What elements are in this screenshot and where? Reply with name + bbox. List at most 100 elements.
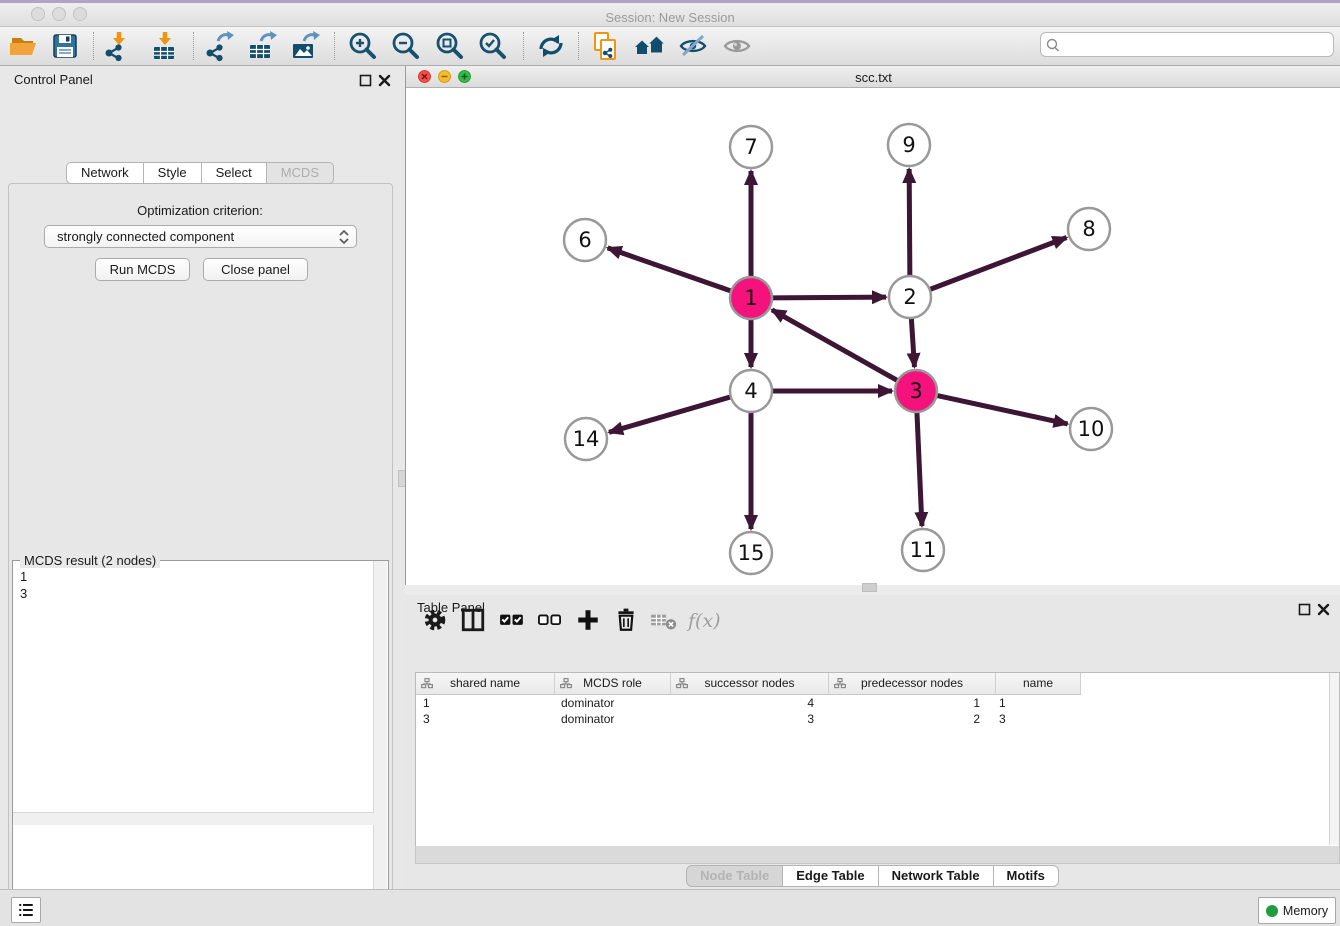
- control-panel: Control Panel NetworkStyleSelectMCDS Opt…: [0, 66, 400, 882]
- svg-text:6: 6: [578, 228, 591, 252]
- graph-edge-2-8[interactable]: [929, 238, 1067, 290]
- delete-table-icon[interactable]: [650, 607, 680, 637]
- export-network-icon[interactable]: [203, 30, 235, 62]
- result-horizontal-scrollbar[interactable]: [13, 812, 374, 825]
- table-close-icon[interactable]: [1317, 603, 1330, 621]
- svg-text:8: 8: [1082, 217, 1095, 241]
- graph-node-15[interactable]: 15: [730, 532, 772, 574]
- graph-edge-3-10[interactable]: [936, 395, 1068, 424]
- float-panel-icon[interactable]: [359, 74, 372, 92]
- deselect-all-rows-icon[interactable]: [537, 607, 567, 637]
- horizontal-splitter-grip[interactable]: [862, 583, 877, 592]
- tab-mcds[interactable]: MCDS: [267, 162, 334, 184]
- show-all-icon[interactable]: [721, 30, 753, 62]
- cell-shared-name[interactable]: 1: [416, 695, 554, 711]
- cell-name[interactable]: 1: [992, 695, 1076, 711]
- node-table[interactable]: shared nameMCDS rolesuccessor nodesprede…: [415, 672, 1340, 848]
- tab-select[interactable]: Select: [202, 162, 267, 184]
- close-panel-icon[interactable]: [378, 74, 391, 92]
- table-vertical-scrollbar[interactable]: [1329, 673, 1339, 845]
- tab-motifs[interactable]: Motifs: [994, 865, 1059, 887]
- table-settings-icon[interactable]: [422, 607, 452, 637]
- column-header-successor-nodes[interactable]: successor nodes: [671, 673, 829, 695]
- graph-edge-1-2[interactable]: [771, 297, 886, 298]
- graph-node-3[interactable]: 3: [895, 370, 937, 412]
- add-column-icon[interactable]: [575, 607, 605, 637]
- select-all-rows-icon[interactable]: [499, 607, 529, 637]
- zoom-selected-icon[interactable]: [477, 30, 509, 62]
- cell-predecessor-nodes[interactable]: 2: [826, 711, 992, 727]
- graph-node-7[interactable]: 7: [730, 126, 772, 168]
- svg-text:9: 9: [902, 133, 915, 157]
- optimization-label: Optimization criterion:: [0, 203, 400, 218]
- main-titlebar[interactable]: Session: New Session: [0, 3, 1340, 27]
- zoom-fit-icon[interactable]: [434, 30, 466, 62]
- tab-network[interactable]: Network: [66, 162, 144, 184]
- graph-edge-2-9[interactable]: [909, 169, 910, 277]
- graph-edge-4-14[interactable]: [609, 397, 732, 433]
- graph-node-14[interactable]: 14: [565, 418, 607, 460]
- cell-MCDS-role[interactable]: dominator: [554, 711, 669, 727]
- run-mcds-button[interactable]: Run MCDS: [95, 258, 190, 281]
- column-header-predecessor-nodes[interactable]: predecessor nodes: [829, 673, 996, 695]
- open-session-icon[interactable]: [7, 30, 39, 62]
- table-horizontal-scrollbar[interactable]: [415, 846, 1340, 864]
- tab-style[interactable]: Style: [144, 162, 202, 184]
- first-neighbors-icon[interactable]: [633, 30, 665, 62]
- tab-edge-table[interactable]: Edge Table: [783, 865, 878, 887]
- criterion-dropdown[interactable]: strongly connected component: [44, 225, 357, 248]
- search-box[interactable]: [1040, 32, 1334, 57]
- tab-node-table[interactable]: Node Table: [686, 865, 783, 887]
- task-history-button[interactable]: [11, 897, 41, 923]
- cell-MCDS-role[interactable]: dominator: [554, 695, 669, 711]
- save-session-icon[interactable]: [49, 30, 81, 62]
- column-header-MCDS-role[interactable]: MCDS role: [555, 673, 671, 695]
- graph-node-10[interactable]: 10: [1070, 408, 1112, 450]
- hide-selected-icon[interactable]: [677, 30, 709, 62]
- graph-edge-1-6[interactable]: [608, 248, 732, 291]
- export-table-icon[interactable]: [246, 30, 278, 62]
- import-network-icon[interactable]: [102, 30, 134, 62]
- network-window-titlebar[interactable]: scc.txt: [406, 66, 1340, 88]
- graph-node-8[interactable]: 8: [1068, 208, 1110, 250]
- graph-node-2[interactable]: 2: [889, 276, 931, 318]
- result-vertical-scrollbar[interactable]: [373, 561, 387, 921]
- table-header-row: shared nameMCDS rolesuccessor nodesprede…: [416, 673, 1081, 694]
- copy-network-icon[interactable]: [589, 30, 621, 62]
- graph-node-9[interactable]: 9: [888, 124, 930, 166]
- table-float-icon[interactable]: [1298, 603, 1311, 621]
- function-builder-icon[interactable]: f(x): [688, 610, 721, 632]
- split-view-icon[interactable]: [460, 607, 490, 637]
- cell-name[interactable]: 3: [992, 711, 1076, 727]
- table-row[interactable]: 3dominator323: [416, 711, 1330, 727]
- cell-successor-nodes[interactable]: 4: [669, 695, 826, 711]
- toolbar-separator: [334, 32, 335, 60]
- graph-edge-3-11[interactable]: [917, 411, 922, 526]
- graph-node-6[interactable]: 6: [564, 219, 606, 261]
- graph-node-11[interactable]: 11: [902, 529, 944, 571]
- graph-node-4[interactable]: 4: [730, 370, 772, 412]
- cell-shared-name[interactable]: 3: [416, 711, 554, 727]
- zoom-in-icon[interactable]: [347, 30, 379, 62]
- toolbar-separator: [193, 32, 194, 60]
- close-panel-button[interactable]: Close panel: [203, 258, 308, 281]
- delete-column-icon[interactable]: [613, 607, 643, 637]
- tab-network-table[interactable]: Network Table: [879, 865, 994, 887]
- network-canvas[interactable]: 7 9 6 8 1 2 4 3 14 10 15 11: [406, 88, 1340, 585]
- task-list-icon: [17, 901, 35, 919]
- graph-edge-2-3[interactable]: [911, 317, 914, 367]
- graph-node-1[interactable]: 1: [730, 277, 772, 319]
- column-header-shared-name[interactable]: shared name: [416, 673, 555, 695]
- search-input[interactable]: [1063, 37, 1333, 53]
- graph-edge-3-1[interactable]: [772, 310, 899, 381]
- cell-successor-nodes[interactable]: 3: [669, 711, 826, 727]
- export-image-icon[interactable]: [289, 30, 321, 62]
- zoom-out-icon[interactable]: [390, 30, 422, 62]
- mcds-result-text[interactable]: 1 3: [20, 568, 27, 602]
- table-row[interactable]: 1dominator411: [416, 695, 1330, 711]
- import-table-icon[interactable]: [149, 30, 181, 62]
- memory-button[interactable]: Memory: [1258, 897, 1336, 924]
- cell-predecessor-nodes[interactable]: 1: [826, 695, 992, 711]
- refresh-view-icon[interactable]: [535, 30, 567, 62]
- column-header-name[interactable]: name: [996, 673, 1081, 695]
